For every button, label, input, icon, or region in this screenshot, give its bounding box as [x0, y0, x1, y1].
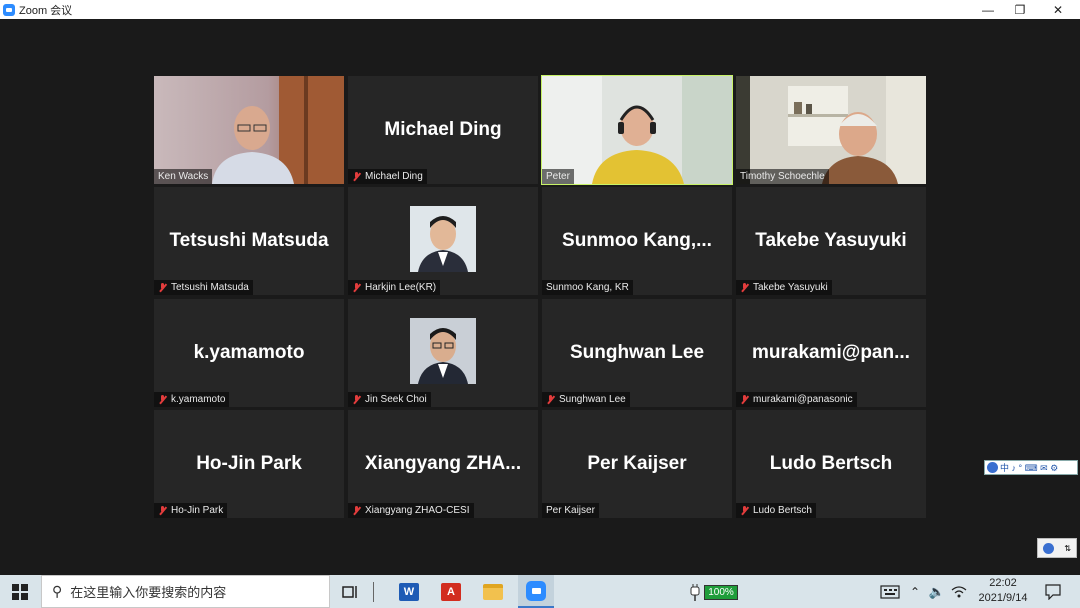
search-icon: ⚲ [52, 583, 63, 599]
participant-tile[interactable]: Per Kaijser Per Kaijser [542, 410, 732, 518]
clock-time: 22:02 [989, 577, 1017, 589]
participant-video [542, 76, 732, 184]
windows-logo-icon [12, 584, 28, 600]
ime-toolbar[interactable]: 中 ♪ ° ⌨ ✉ ⚙ [984, 460, 1078, 475]
zoom-app-icon [526, 580, 546, 601]
muted-mic-icon [158, 282, 167, 293]
participant-name-label: Ludo Bertsch [736, 503, 816, 518]
participant-big-name: Sunmoo Kang,... [562, 230, 712, 251]
participant-name-label: Michael Ding [348, 169, 427, 184]
participant-name-label: Tetsushi Matsuda [154, 280, 253, 295]
participant-big-name: Tetsushi Matsuda [169, 230, 329, 251]
zoom-taskbar-button[interactable] [518, 575, 554, 608]
window-title: Zoom 会议 [19, 4, 73, 17]
participant-tile[interactable]: Ken Wacks [154, 76, 344, 184]
close-button[interactable]: ✕ [1040, 0, 1076, 19]
participant-name-label: k.yamamoto [154, 392, 230, 407]
ime-mini-icon [1043, 542, 1055, 554]
speaker-icon[interactable]: 🔈 [926, 580, 948, 604]
participant-name-label: Xiangyang ZHAO-CESI [348, 503, 474, 518]
profile-photo [410, 206, 476, 272]
muted-mic-icon [352, 282, 361, 293]
taskbar-clock[interactable]: 22:02 2021/9/14 [972, 576, 1034, 608]
muted-mic-icon [740, 394, 749, 405]
word-app-icon[interactable]: W [397, 580, 421, 604]
participant-tile[interactable]: Timothy Schoechle [736, 76, 926, 184]
notification-icon[interactable] [1041, 580, 1065, 604]
battery-percent: 100% [704, 584, 738, 600]
participant-big-name: Sunghwan Lee [569, 342, 705, 363]
participant-name-label: Sunghwan Lee [542, 392, 630, 407]
ime-mini-arrows-icon: ⇅ [1064, 543, 1071, 553]
search-placeholder: 在这里输入你要搜索的内容 [70, 585, 227, 600]
participant-tile[interactable]: Takebe Yasuyuki Takebe Yasuyuki [736, 187, 926, 295]
acrobat-app-icon[interactable]: A [439, 580, 463, 604]
participant-big-name: Xiangyang ZHA... [364, 453, 522, 474]
participant-video [154, 76, 344, 184]
participant-tile[interactable]: Tetsushi Matsuda Tetsushi Matsuda [154, 187, 344, 295]
maximize-button[interactable]: ❐ [1002, 0, 1038, 19]
zoom-logo-icon [3, 3, 15, 16]
ime-logo-icon [987, 462, 998, 473]
participant-tile[interactable]: Ludo Bertsch Ludo Bertsch [736, 410, 926, 518]
wifi-icon[interactable] [948, 580, 970, 604]
title-bar: Zoom 会议 — ❐ ✕ [0, 0, 1080, 19]
participant-big-name: Ho-Jin Park [196, 453, 302, 474]
participant-tile-active-speaker[interactable]: Peter [541, 75, 733, 185]
participant-name-label: Ho-Jin Park [154, 503, 228, 518]
participant-big-name: Ludo Bertsch [769, 453, 893, 474]
participant-tile[interactable]: Sunmoo Kang,... Sunmoo Kang, KR [542, 187, 732, 295]
participant-name-label: Peter [542, 169, 574, 184]
participant-big-name: Takebe Yasuyuki [755, 230, 907, 251]
profile-photo [410, 318, 476, 384]
muted-mic-icon [352, 394, 361, 405]
muted-mic-icon [352, 505, 361, 516]
task-view-icon[interactable] [338, 580, 362, 604]
battery-indicator[interactable]: 100% [703, 580, 739, 604]
keyboard-icon[interactable] [878, 580, 902, 604]
clock-date: 2021/9/14 [978, 592, 1028, 604]
chevron-up-icon[interactable]: ⌃ [906, 580, 924, 604]
participant-name-label: Ken Wacks [154, 169, 213, 184]
minimize-button[interactable]: — [970, 0, 1006, 19]
power-plug-icon[interactable] [688, 580, 702, 604]
muted-mic-icon [546, 394, 555, 405]
participant-name-label: Takebe Yasuyuki [736, 280, 832, 295]
participant-tile[interactable]: Ho-Jin Park Ho-Jin Park [154, 410, 344, 518]
ime-mini-widget[interactable]: ⇅ [1037, 538, 1077, 558]
participant-tile[interactable]: Xiangyang ZHA... Xiangyang ZHAO-CESI [348, 410, 538, 518]
file-explorer-icon[interactable] [481, 580, 505, 604]
muted-mic-icon [740, 505, 749, 516]
muted-mic-icon [740, 282, 749, 293]
participant-name-label: Jin Seek Choi [348, 392, 431, 407]
muted-mic-icon [158, 394, 167, 405]
participant-tile[interactable]: Harkjin Lee(KR) [348, 187, 538, 295]
participant-big-name: Per Kaijser [587, 453, 687, 474]
participant-big-name: k.yamamoto [193, 342, 305, 363]
participant-name-label: murakami@panasonic [736, 392, 857, 407]
participant-name-label: Sunmoo Kang, KR [542, 280, 633, 295]
muted-mic-icon [352, 171, 361, 182]
taskbar-divider [366, 580, 380, 604]
participant-tile[interactable]: Sunghwan Lee Sunghwan Lee [542, 299, 732, 407]
windows-taskbar: ⚲ 在这里输入你要搜索的内容 W A 100% ⌃ 🔈 22:02 2021/9… [0, 575, 1080, 608]
participant-tile[interactable]: Michael Ding Michael Ding [348, 76, 538, 184]
participant-big-name: murakami@pan... [752, 342, 910, 363]
participant-video [736, 76, 926, 184]
participant-big-name: Michael Ding [384, 119, 502, 140]
participant-tile[interactable]: murakami@pan... murakami@panasonic [736, 299, 926, 407]
participant-name-label: Per Kaijser [542, 503, 599, 518]
participant-tile[interactable]: k.yamamoto k.yamamoto [154, 299, 344, 407]
windows-start-button[interactable] [8, 580, 32, 604]
participant-name-label: Timothy Schoechle [736, 169, 829, 184]
ime-toolbar-text: 中 ♪ ° ⌨ ✉ ⚙ [1000, 463, 1059, 473]
participant-name-label: Harkjin Lee(KR) [348, 280, 441, 295]
participant-tile[interactable]: Jin Seek Choi [348, 299, 538, 407]
muted-mic-icon [158, 505, 167, 516]
taskbar-search-box[interactable]: ⚲ 在这里输入你要搜索的内容 [41, 575, 330, 608]
meeting-gallery: Ken Wacks Michael Ding Michael Ding Pete… [0, 19, 1080, 575]
